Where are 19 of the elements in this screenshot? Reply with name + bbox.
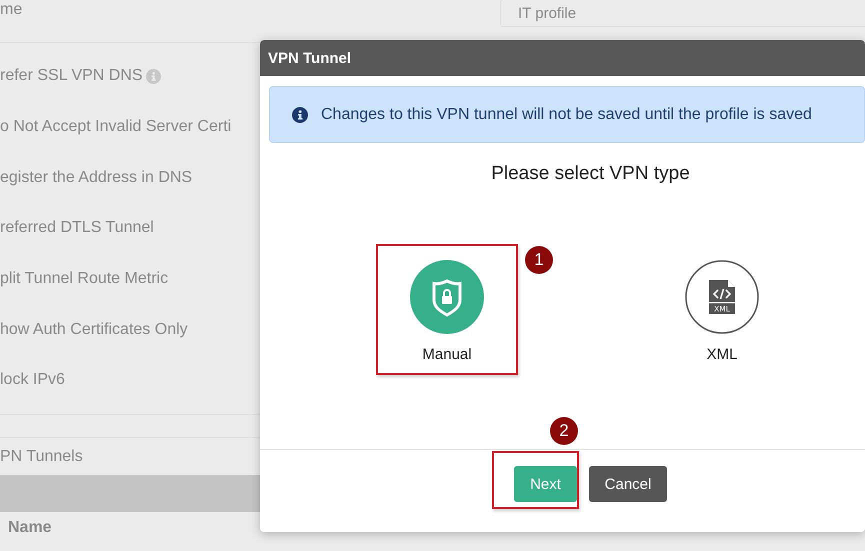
shield-lock-icon (410, 260, 484, 334)
field-label: me (0, 1, 22, 19)
setting-label: refer SSL VPN DNS (0, 67, 143, 86)
step-badge: 2 (550, 417, 578, 445)
setting-label: egister the Address in DNS (0, 168, 192, 187)
setting-label: lock IPv6 (0, 371, 65, 390)
info-icon (146, 68, 161, 84)
setting-label: o Not Accept Invalid Server Certi (0, 118, 232, 136)
step-badge: 1 (525, 246, 553, 274)
column-header: Name (8, 519, 52, 537)
dialog-title: VPN Tunnel (268, 50, 352, 66)
dialog-heading: Please select VPN type (490, 163, 691, 185)
setting-label: plit Tunnel Route Metric (0, 270, 168, 288)
setting-label: how Auth Certificates Only (0, 320, 188, 339)
info-icon (292, 106, 308, 122)
section-title: PN Tunnels (0, 448, 83, 466)
cancel-button[interactable]: Cancel (589, 466, 667, 502)
setting-label: referred DTLS Tunnel (0, 219, 154, 238)
alert-message: Changes to this VPN tunnel will not be saved until the profile is saved (321, 106, 812, 124)
